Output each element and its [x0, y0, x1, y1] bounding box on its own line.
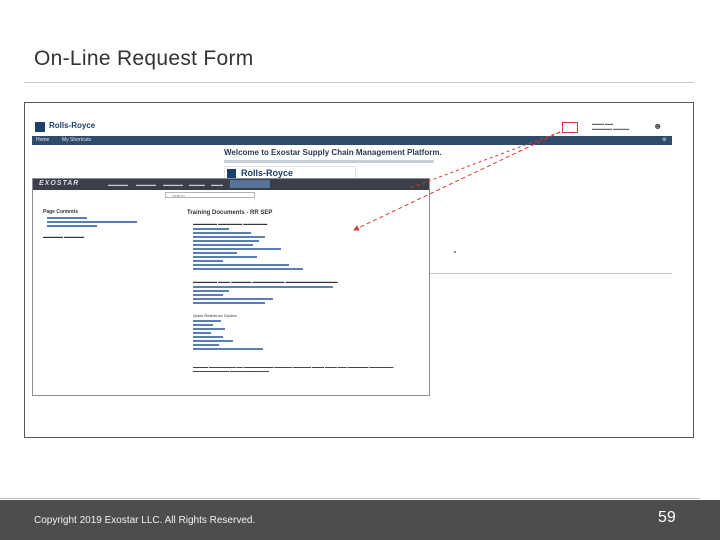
exostar-section-heading: Quick Reference Guides [193, 313, 237, 318]
copyright-text: Copyright 2019 Exostar LLC. All Rights R… [34, 515, 256, 526]
rr-user-info: ▬▬▬ ▬▬ ▬▬▬▬▬ ▬▬▬▬ [592, 121, 630, 131]
rr-logo-text: Rolls-Royce [49, 121, 96, 130]
exostar-side-subheading: ▬▬▬▬▬ ▬▬▬▬▬ [43, 234, 85, 239]
exostar-nav-item[interactable]: ▬▬▬▬▬ [108, 182, 128, 187]
user-avatar-icon[interactable]: ☻ [653, 122, 662, 131]
exostar-side-link[interactable] [47, 221, 137, 223]
exostar-left-heading: Page Contents [43, 209, 79, 215]
rr-nav-home[interactable]: Home [36, 137, 49, 144]
doc-link[interactable] [193, 294, 223, 296]
doc-link[interactable] [193, 328, 225, 330]
doc-link[interactable] [193, 268, 303, 270]
rr-crest-icon [35, 122, 45, 132]
doc-link[interactable] [193, 290, 229, 292]
doc-link[interactable] [193, 252, 237, 254]
doc-link[interactable] [193, 340, 233, 342]
doc-link[interactable] [193, 260, 223, 262]
user-menu-highlight[interactable] [562, 122, 578, 133]
title-rule [24, 82, 694, 83]
rr-welcome-subtext [224, 160, 434, 163]
exostar-side-link[interactable] [47, 217, 87, 219]
rr-top-bar: Rolls-Royce ▬▬▬ ▬▬ ▬▬▬▬▬ ▬▬▬▬ ☻ [32, 118, 672, 137]
doc-link[interactable] [193, 348, 263, 350]
doc-link[interactable] [193, 236, 265, 238]
exostar-section-heading: ▬▬▬▬▬▬ ▬▬▬ ▬▬▬▬▬ ▬▬▬▬▬▬▬▬ ▬▬▬▬▬▬▬▬▬▬▬▬▬ [193, 279, 338, 284]
exostar-page-title: Training Documents - RR SEP [187, 210, 273, 216]
exostar-search-input[interactable]: Search [165, 192, 255, 198]
exostar-section-heading: ▬▬▬▬▬▬ ▬▬▬▬▬▬ ▬▬▬▬▬▬ [193, 221, 268, 226]
doc-link[interactable] [193, 344, 219, 346]
exostar-nav-selected[interactable] [230, 180, 270, 188]
doc-link[interactable] [193, 336, 223, 338]
rr-marker-dot [454, 251, 456, 253]
doc-link[interactable] [193, 248, 281, 250]
doc-link[interactable] [193, 244, 253, 246]
doc-link[interactable] [193, 240, 259, 242]
exostar-footer-note: ▬▬▬▬▬ ▬▬▬▬▬▬▬▬▬ ▬▬ ▬▬▬▬▬▬▬▬▬▬ ▬▬▬▬▬▬ ▬▬▬… [193, 365, 394, 373]
rr-brand-text: Rolls-Royce [241, 168, 294, 178]
rr-brand-crest-icon [227, 169, 236, 178]
doc-link[interactable] [193, 298, 273, 300]
exostar-nav-item[interactable]: ▬▬▬ [211, 182, 223, 187]
exostar-nav-bar: EXOSTAR ▬▬▬▬▬ ▬▬▬▬▬ ▬▬▬▬▬ ▬▬▬▬ ▬▬▬ [33, 179, 429, 190]
doc-link[interactable] [193, 256, 257, 258]
doc-link[interactable] [193, 286, 333, 288]
doc-link[interactable] [193, 264, 289, 266]
doc-link[interactable] [193, 324, 213, 326]
exostar-training-screenshot: EXOSTAR ▬▬▬▬▬ ▬▬▬▬▬ ▬▬▬▬▬ ▬▬▬▬ ▬▬▬ Searc… [32, 178, 430, 396]
footer-divider [0, 498, 700, 499]
exostar-nav-item[interactable]: ▬▬▬▬▬ [136, 182, 156, 187]
exostar-logo: EXOSTAR [39, 180, 80, 187]
doc-link[interactable] [193, 332, 211, 334]
rr-nav-bar: Home My Shortcuts ⚙ [32, 136, 672, 145]
doc-link[interactable] [193, 302, 265, 304]
doc-link[interactable] [193, 228, 229, 230]
doc-link[interactable] [193, 232, 251, 234]
rr-nav-shortcuts[interactable]: My Shortcuts [62, 137, 91, 144]
page-number: 59 [658, 509, 676, 526]
exostar-nav-item[interactable]: ▬▬▬▬▬ [163, 182, 183, 187]
exostar-side-link[interactable] [47, 225, 97, 227]
rr-welcome-heading: Welcome to Exostar Supply Chain Manageme… [224, 148, 442, 157]
exostar-nav-item[interactable]: ▬▬▬▬ [189, 182, 205, 187]
slide-title: On-Line Request Form [34, 47, 254, 70]
rr-nav-settings-icon[interactable]: ⚙ [662, 137, 666, 144]
doc-link[interactable] [193, 320, 221, 322]
